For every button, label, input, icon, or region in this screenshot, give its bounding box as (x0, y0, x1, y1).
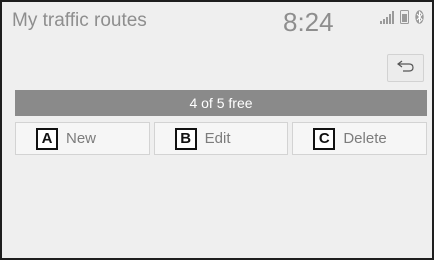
new-button-label: New (66, 130, 97, 147)
signal-icon (380, 11, 394, 29)
back-button[interactable] (387, 54, 424, 82)
delete-button-label: Delete (343, 130, 387, 147)
free-slots-bar: 4 of 5 free (15, 90, 427, 116)
page-title: My traffic routes (12, 10, 147, 31)
edit-button-label: Edit (204, 130, 231, 147)
screen: My traffic routes 8:24 4 of 5 free A New… (0, 0, 434, 260)
callout-letter-a: A (36, 127, 58, 150)
phone-battery-icon (400, 10, 409, 29)
status-bar: My traffic routes 8:24 (2, 2, 432, 40)
free-slots-text: 4 of 5 free (189, 95, 253, 111)
action-buttons: A New B Edit C Delete (15, 122, 428, 155)
back-arrow-icon (396, 59, 415, 77)
edit-button[interactable]: B Edit (153, 122, 289, 155)
status-icons (380, 10, 424, 29)
clock: 8:24 (283, 7, 334, 37)
callout-letter-c: C (313, 127, 336, 150)
new-button[interactable]: A New (15, 122, 150, 155)
callout-letter-b: B (174, 127, 197, 150)
delete-button[interactable]: C Delete (292, 122, 428, 155)
bluetooth-icon (415, 10, 424, 29)
